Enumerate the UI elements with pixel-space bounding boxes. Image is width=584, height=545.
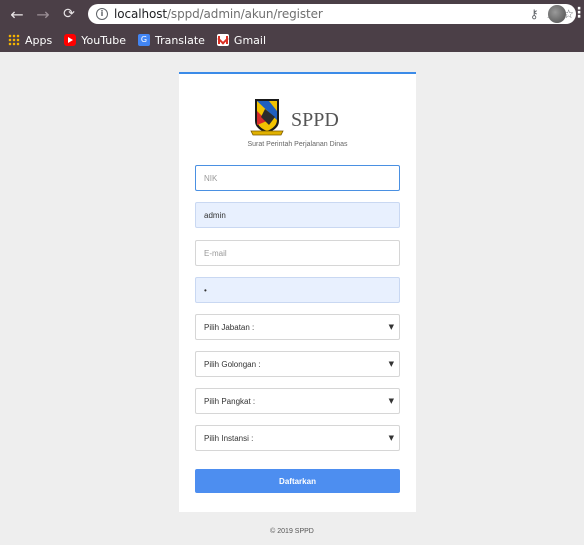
nik-field[interactable]: NIK: [195, 165, 400, 191]
bookmarks-bar: Apps YouTube G Translate Gmail: [0, 28, 584, 52]
password-value: •: [204, 285, 207, 295]
youtube-icon: [64, 34, 77, 46]
chevron-down-icon: ▼: [388, 434, 394, 442]
apps-icon: [8, 34, 20, 46]
chevron-down-icon: ▼: [388, 397, 394, 405]
username-value: admin: [204, 210, 226, 220]
key-icon[interactable]: ⚷: [530, 7, 539, 21]
instansi-label: Pilih Instansi :: [204, 433, 254, 443]
bookmark-gmail[interactable]: Gmail: [216, 34, 266, 47]
translate-icon: G: [137, 34, 150, 46]
jabatan-label: Pilih Jabatan :: [204, 322, 255, 332]
nik-placeholder: NIK: [204, 173, 218, 183]
register-card: SPPD Surat Perintah Perjalanan Dinas NIK…: [179, 72, 416, 512]
logo: SPPD: [247, 97, 339, 137]
brand-title: SPPD: [291, 109, 339, 131]
gmail-icon: [216, 34, 229, 46]
bookmark-translate[interactable]: G Translate: [137, 34, 205, 47]
browser-toolbar: ← → ⟳ i localhost/sppd/admin/akun/regist…: [0, 0, 584, 28]
footer-copyright: © 2019 SPPD: [270, 528, 314, 535]
pangkat-select[interactable]: Pilih Pangkat : ▼: [195, 388, 400, 414]
reload-icon[interactable]: ⟳: [58, 6, 80, 22]
instansi-select[interactable]: Pilih Instansi : ▼: [195, 425, 400, 451]
back-icon[interactable]: ←: [6, 5, 28, 24]
address-bar[interactable]: i localhost/sppd/admin/akun/register ⚷ ⌕…: [88, 4, 576, 24]
email-field[interactable]: E-mail: [195, 240, 400, 266]
brand-subtitle: Surat Perintah Perjalanan Dinas: [247, 141, 348, 148]
url-text[interactable]: localhost/sppd/admin/akun/register: [114, 7, 323, 21]
jabatan-select[interactable]: Pilih Jabatan : ▼: [195, 314, 400, 340]
info-icon[interactable]: i: [96, 8, 108, 20]
password-field[interactable]: •: [195, 277, 400, 303]
menu-icon[interactable]: ⋮: [572, 5, 584, 21]
profile-avatar[interactable]: [548, 5, 566, 23]
pangkat-label: Pilih Pangkat :: [204, 396, 256, 406]
bookmark-youtube[interactable]: YouTube: [64, 34, 126, 47]
golongan-label: Pilih Golongan :: [204, 359, 261, 369]
email-placeholder: E-mail: [204, 248, 227, 258]
chevron-down-icon: ▼: [388, 323, 394, 331]
sppd-emblem-icon: [250, 99, 284, 136]
chevron-down-icon: ▼: [388, 360, 394, 368]
username-field[interactable]: admin: [195, 202, 400, 228]
daftarkan-button[interactable]: Daftarkan: [195, 469, 400, 493]
bookmark-apps[interactable]: Apps: [8, 34, 52, 47]
golongan-select[interactable]: Pilih Golongan : ▼: [195, 351, 400, 377]
forward-icon[interactable]: →: [32, 5, 54, 24]
